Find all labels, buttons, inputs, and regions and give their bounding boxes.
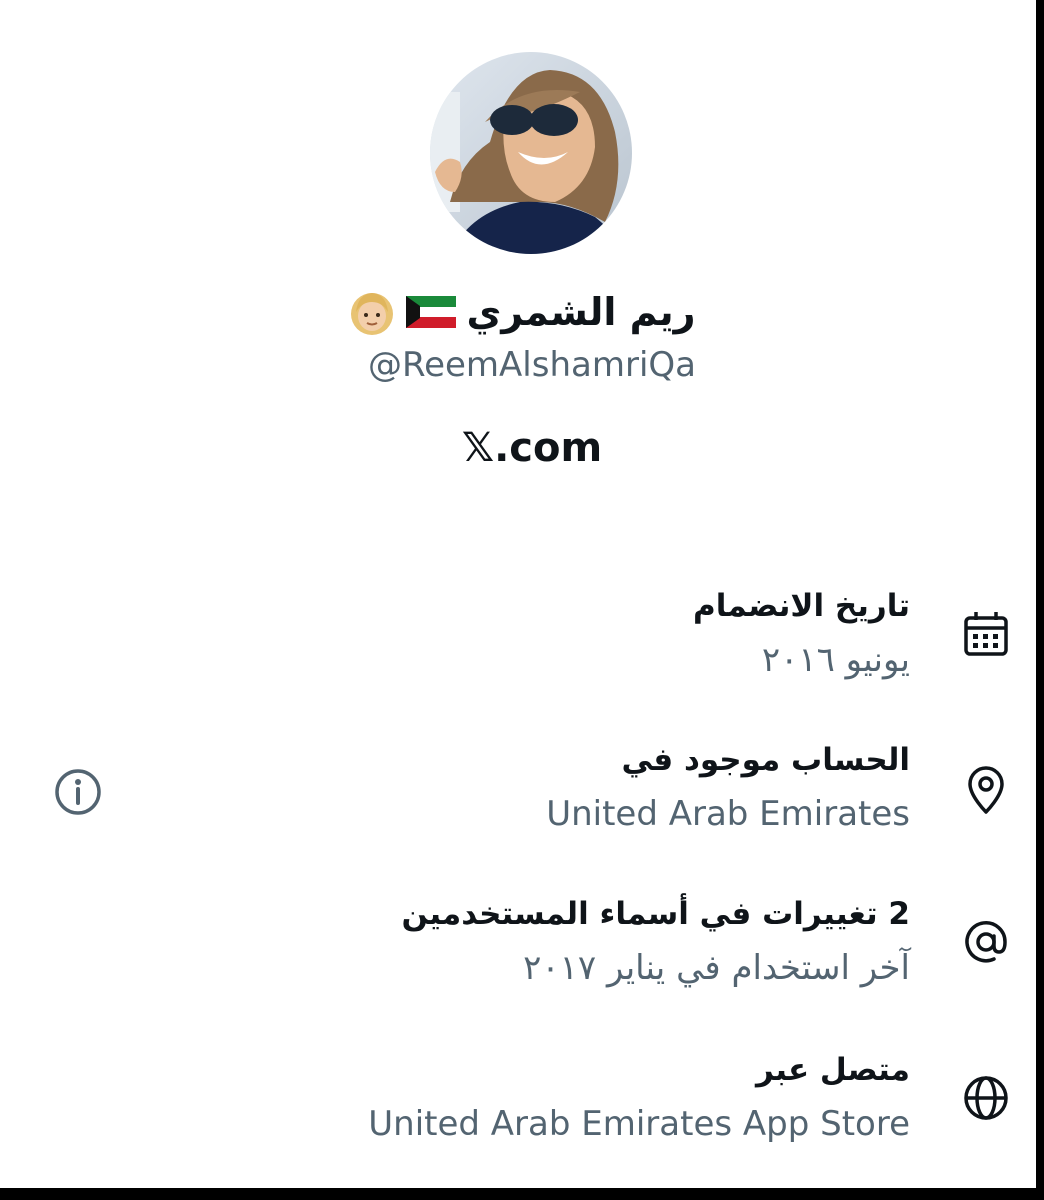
site-label: 𝕏.com: [461, 425, 603, 471]
detail-title: متصل عبر: [756, 1052, 910, 1088]
detail-value: United Arab Emirates: [546, 794, 910, 834]
display-name: ريم الشمري: [466, 290, 696, 334]
detail-row-joined: تاريخ الانضمام يونيو ٢٠١٦: [693, 584, 910, 684]
detail-value: آخر استخدام في يناير ٢٠١٧: [523, 948, 910, 988]
name-row: ريم الشمري: [0, 282, 1044, 342]
location-pin-icon: [958, 762, 1014, 818]
detail-value: United Arab Emirates App Store: [368, 1104, 910, 1144]
detail-title: الحساب موجود في: [621, 742, 910, 778]
info-icon[interactable]: [52, 766, 104, 818]
kuwait-flag-icon: [406, 296, 457, 328]
detail-value: يونيو ٢٠١٦: [761, 640, 910, 680]
detail-title: تاريخ الانضمام: [693, 588, 910, 624]
at-sign-icon: [958, 914, 1014, 970]
detail-title: 2 تغييرات في أسماء المستخدمين: [401, 896, 910, 932]
calendar-icon: [958, 606, 1014, 662]
about-account-card: ريم الشمري @ReemAlshamriQa 𝕏.com تاريخ ا…: [0, 0, 1036, 1188]
blond-woman-emoji-icon: [348, 288, 396, 336]
avatar[interactable]: [430, 52, 632, 254]
detail-row-username-changes: 2 تغييرات في أسماء المستخدمين آخر استخدا…: [401, 892, 910, 992]
detail-row-connected-via: متصل عبر United Arab Emirates App Store: [368, 1048, 910, 1148]
username-handle[interactable]: @ReemAlshamriQa: [0, 340, 1044, 390]
detail-row-location: الحساب موجود في United Arab Emirates: [546, 738, 910, 838]
globe-icon: [958, 1070, 1014, 1126]
